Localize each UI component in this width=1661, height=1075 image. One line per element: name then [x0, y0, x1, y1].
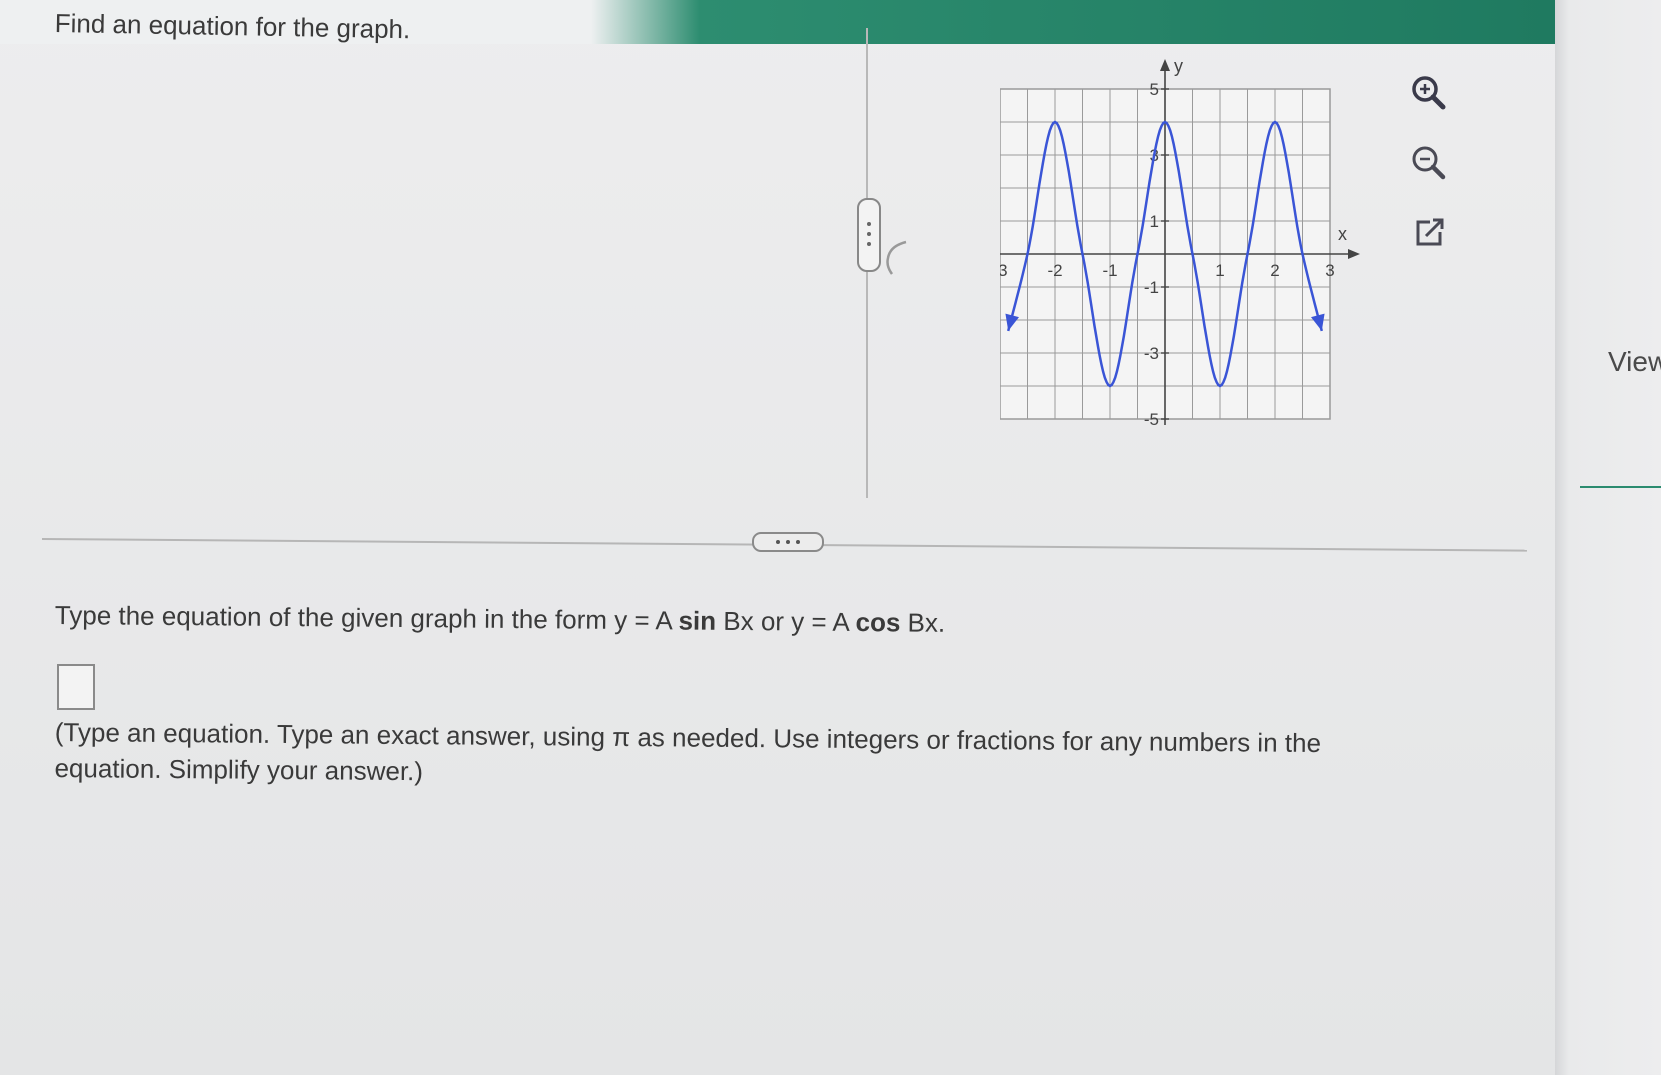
instruction-middle: Bx or y = A — [715, 605, 856, 637]
x-tick-label: 3 — [1325, 261, 1334, 280]
x-tick-label: -1 — [1102, 261, 1117, 280]
answer-input[interactable] — [57, 664, 95, 710]
zoom-out-icon[interactable] — [1408, 142, 1450, 184]
y-axis-label: y — [1174, 56, 1183, 76]
instruction-prefix: Type the equation of the given graph in … — [54, 600, 679, 636]
vertical-splitter-handle[interactable] — [857, 198, 881, 272]
y-tick-label: 1 — [1150, 212, 1159, 231]
view-underline — [1580, 486, 1661, 488]
view-button[interactable]: View — [1608, 346, 1661, 378]
y-axis-arrow — [1160, 59, 1170, 71]
x-tick-label: -2 — [1047, 261, 1062, 280]
y-tick-label: -3 — [1144, 344, 1159, 363]
instruction-cos: cos — [855, 606, 901, 638]
x-tick-label: 2 — [1270, 261, 1279, 280]
question-title: Find an equation for the graph. — [54, 8, 411, 45]
graph-panel: -3-2-1123531-1-3-5 x y — [1000, 55, 1400, 465]
collapse-chevron-icon[interactable] — [880, 236, 910, 276]
y-tick-label: -1 — [1144, 278, 1159, 297]
x-tick-label: -3 — [1000, 261, 1008, 280]
sine-graph: -3-2-1123531-1-3-5 x y — [1000, 56, 1360, 429]
x-axis-label: x — [1338, 224, 1347, 244]
x-axis-arrow — [1348, 249, 1360, 259]
instruction-suffix: Bx. — [900, 607, 946, 638]
zoom-in-icon[interactable] — [1408, 72, 1450, 114]
right-panel — [1555, 0, 1661, 1075]
answer-hint: (Type an equation. Type an exact answer,… — [54, 716, 1322, 787]
instruction-sin: sin — [678, 605, 717, 636]
y-tick-label: 5 — [1150, 80, 1159, 99]
y-tick-label: -5 — [1144, 410, 1159, 429]
external-link-icon[interactable] — [1408, 212, 1450, 254]
x-tick-label: 1 — [1215, 261, 1224, 280]
horizontal-splitter-handle[interactable] — [752, 532, 824, 552]
